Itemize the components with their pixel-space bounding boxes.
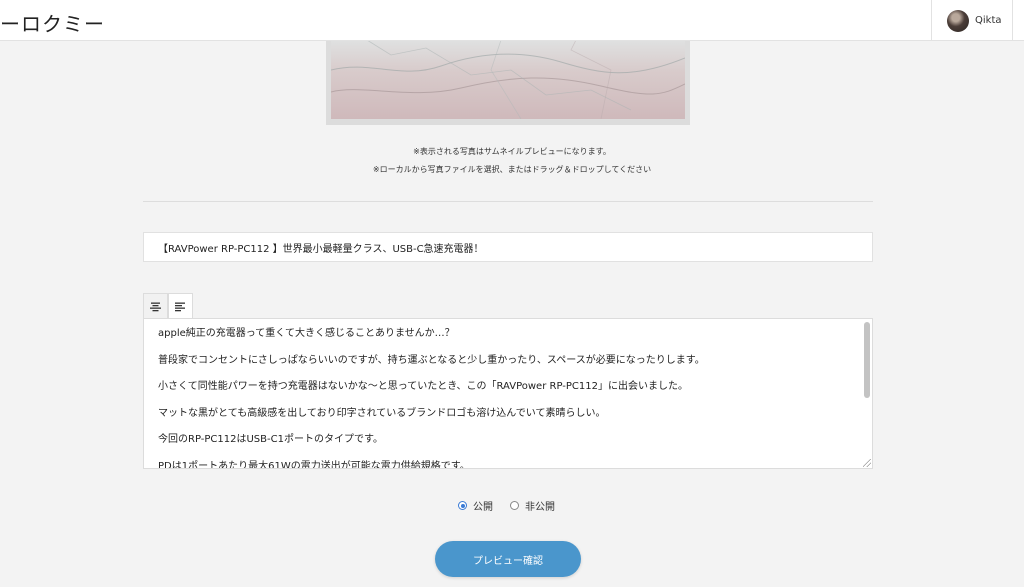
visibility-private[interactable]: 非公開 <box>510 498 555 513</box>
page: ーロクミー Qikta ※表示される写真はサムネイルプレビューになります。 ※ロ… <box>0 0 1024 587</box>
editor-tabs <box>143 293 193 320</box>
site-logo[interactable]: ーロクミー <box>0 8 105 37</box>
username[interactable]: Qikta <box>975 15 1002 26</box>
preview-confirm-button[interactable]: プレビュー確認 <box>435 541 581 577</box>
radio-public[interactable] <box>458 501 467 510</box>
visibility-options: 公開 非公開 <box>458 498 555 513</box>
editor-line: PDは1ポートあたり最大61Wの電力送出が可能な電力供給規格です。 <box>158 460 470 469</box>
radio-public-label: 公開 <box>473 502 493 513</box>
resize-handle-icon[interactable] <box>863 459 871 467</box>
text-align-left-icon <box>175 302 185 312</box>
editor-content[interactable]: apple純正の充電器って重くて大きく感じることありませんか…？ 普段家でコンセ… <box>144 319 859 469</box>
thumbnail-note: ※表示される写真はサムネイルプレビューになります。 <box>413 147 611 156</box>
editor-line: 普段家でコンセントにさしっぱならいいのですが、持ち運ぶとなると少し重かったり、ス… <box>158 354 705 366</box>
editor-scrollbar[interactable] <box>864 322 870 398</box>
divider <box>143 201 873 202</box>
avatar[interactable] <box>947 9 969 32</box>
body-editor[interactable]: apple純正の充電器って重くて大きく感じることありませんか…？ 普段家でコンセ… <box>143 318 873 469</box>
editor-line: 今回のRP-PC112はUSB-C1ポートのタイプです。 <box>158 434 383 446</box>
visibility-public[interactable]: 公開 <box>458 498 493 513</box>
editor-line: マットな黒がとても高級感を出しており印字されているブランドロゴも溶け込んでいて素… <box>158 407 606 419</box>
radio-private[interactable] <box>510 501 519 510</box>
editor-line: apple純正の充電器って重くて大きく感じることありませんか…？ <box>158 328 455 339</box>
radio-private-label: 非公開 <box>525 502 555 513</box>
tab-align-left[interactable] <box>168 293 193 320</box>
tab-align-center[interactable] <box>143 293 168 319</box>
editor-line: 小さくて同性能パワーを持つ充電器はないかな〜と思っていたとき、この「RAVPow… <box>158 381 688 393</box>
top-header: ーロクミー Qikta <box>0 0 1024 41</box>
title-input[interactable] <box>143 232 873 262</box>
upload-instruction: ※ローカルから写真ファイルを選択、またはドラッグ＆ドロップしてください <box>372 165 652 174</box>
user-menu[interactable]: Qikta <box>931 0 1013 41</box>
text-align-center-icon <box>150 302 161 311</box>
